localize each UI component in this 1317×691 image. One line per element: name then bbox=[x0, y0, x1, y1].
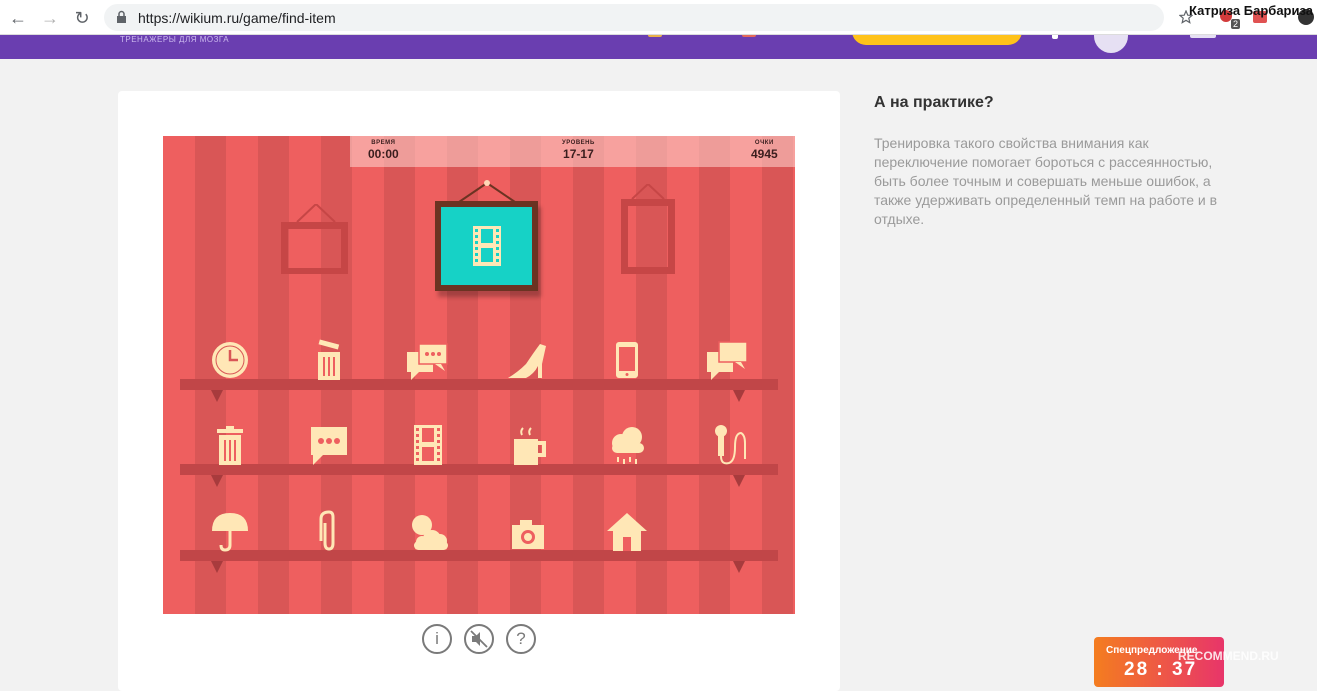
shelf-bracket bbox=[211, 475, 223, 487]
chat-bubbles-icon[interactable] bbox=[405, 338, 449, 382]
user-avatar[interactable] bbox=[1094, 35, 1128, 53]
trash-can-open-icon[interactable] bbox=[307, 338, 351, 382]
sound-off-icon bbox=[470, 630, 488, 648]
clock-icon[interactable] bbox=[208, 338, 252, 382]
shelf-2 bbox=[180, 464, 778, 475]
site-tagline: ТРЕНАЖЕРЫ ДЛЯ МОЗГА bbox=[120, 35, 230, 44]
lock-icon bbox=[117, 10, 126, 23]
hud-level: УРОВЕНЬ 17-17 bbox=[562, 140, 595, 161]
header-nav-icon[interactable] bbox=[742, 35, 756, 37]
hud-score-value: 4945 bbox=[751, 147, 778, 161]
shelf-bracket bbox=[733, 475, 745, 487]
help-button[interactable]: ? bbox=[506, 624, 536, 654]
back-arrow-icon[interactable]: ← bbox=[8, 8, 28, 28]
hud-time-label: ВРЕМЯ bbox=[371, 140, 396, 146]
sun-cloud-icon[interactable] bbox=[406, 509, 450, 553]
film-strip-icon bbox=[473, 226, 501, 266]
site-header: ТРЕНАЖЕРЫ ДЛЯ МОЗГА bbox=[0, 35, 1317, 59]
high-heel-icon[interactable] bbox=[506, 338, 550, 382]
hud-level-value: 17-17 bbox=[563, 147, 594, 161]
watermark-text: RECOMMEND.RU bbox=[1178, 649, 1279, 663]
speech-bubble-icon[interactable] bbox=[307, 423, 351, 467]
mute-button[interactable] bbox=[464, 624, 494, 654]
shelf-3 bbox=[180, 550, 778, 561]
header-nav-icon[interactable] bbox=[648, 35, 662, 37]
shelf-bracket bbox=[733, 561, 745, 573]
game-hud: ВРЕМЯ 00:00 УРОВЕНЬ 17-17 ОЧКИ 4945 bbox=[350, 136, 795, 167]
info-button[interactable]: i bbox=[422, 624, 452, 654]
notification-icon[interactable] bbox=[1052, 35, 1058, 39]
empty-frame-right bbox=[621, 184, 675, 274]
browser-user-name: Катриза Барбариза bbox=[1189, 3, 1313, 18]
hud-time-value: 00:00 bbox=[368, 147, 399, 161]
chat-double-icon[interactable] bbox=[705, 338, 749, 382]
house-icon[interactable] bbox=[605, 509, 649, 553]
extension-badge: 2 bbox=[1231, 19, 1241, 29]
browser-toolbar: ← → ↻ https://wikium.ru/game/find-item 2… bbox=[0, 0, 1317, 35]
camera-icon[interactable] bbox=[506, 509, 550, 553]
menu-icon[interactable] bbox=[1190, 35, 1216, 38]
coffee-cup-icon[interactable] bbox=[506, 423, 550, 467]
hud-time: ВРЕМЯ 00:00 bbox=[368, 140, 399, 161]
help-icon: ? bbox=[516, 629, 526, 648]
url-text: https://wikium.ru/game/find-item bbox=[138, 10, 336, 26]
phone-icon[interactable] bbox=[605, 338, 649, 382]
shelf-1 bbox=[180, 379, 778, 390]
empty-frame-left bbox=[281, 204, 348, 274]
shelf-bracket bbox=[733, 390, 745, 402]
target-frame bbox=[435, 201, 538, 291]
microphone-icon[interactable] bbox=[705, 423, 749, 467]
info-icon: i bbox=[435, 629, 439, 648]
trash-can-icon[interactable] bbox=[208, 423, 252, 467]
rain-cloud-icon[interactable] bbox=[605, 423, 649, 467]
hud-score-label: ОЧКИ bbox=[754, 140, 774, 146]
film-strip-icon[interactable] bbox=[406, 423, 450, 467]
header-cta-button[interactable] bbox=[852, 35, 1022, 45]
paperclip-icon[interactable] bbox=[307, 509, 351, 553]
address-bar[interactable]: https://wikium.ru/game/find-item bbox=[104, 4, 1164, 31]
umbrella-icon[interactable] bbox=[208, 509, 252, 553]
reload-icon[interactable]: ↻ bbox=[72, 8, 92, 28]
shelf-bracket bbox=[211, 390, 223, 402]
hud-score: ОЧКИ 4945 bbox=[751, 140, 778, 161]
game-canvas[interactable]: ВРЕМЯ 00:00 УРОВЕНЬ 17-17 ОЧКИ 4945 bbox=[163, 136, 795, 614]
hud-level-label: УРОВЕНЬ bbox=[562, 140, 595, 146]
forward-arrow-icon[interactable]: → bbox=[40, 8, 60, 28]
sidebar-text: Тренировка такого свойства внимания как … bbox=[874, 135, 1218, 227]
shelf-bracket bbox=[211, 561, 223, 573]
sidebar-title: А на практике? bbox=[874, 94, 994, 111]
